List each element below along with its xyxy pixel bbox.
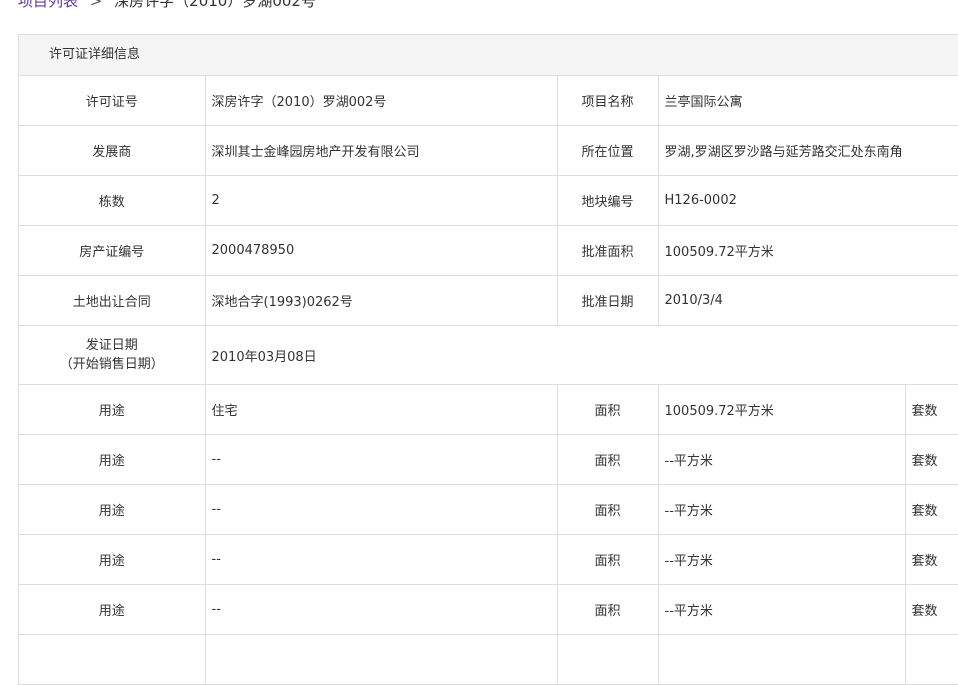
units-label: 套数 xyxy=(905,484,958,535)
land-contract-value: 深地合字(1993)0262号 xyxy=(205,275,558,326)
usage-label: 用途 xyxy=(19,484,206,535)
buildings-value: 2 xyxy=(205,175,558,226)
usage-value: -- xyxy=(205,584,558,635)
table-row: 栋数 2 地块编号 H126-0002 xyxy=(19,175,958,226)
table-row: 发展商 深圳其士金峰园房地产开发有限公司 所在位置 罗湖,罗湖区罗沙路与延芳路交… xyxy=(19,125,958,176)
usage-row: 用途 -- 面积 --平方米 套数 xyxy=(19,534,958,585)
area-value: --平方米 xyxy=(658,584,906,635)
breadcrumb-current: 深房许字（2010）罗湖002号 xyxy=(114,0,316,10)
land-contract-label: 土地出让合同 xyxy=(19,275,206,326)
developer-value: 深圳其士金峰园房地产开发有限公司 xyxy=(205,125,558,176)
buildings-label: 栋数 xyxy=(19,175,206,226)
units-label: 套数 xyxy=(905,434,958,485)
permit-detail-table: 许可证号 深房许字（2010）罗湖002号 项目名称 兰亭国际公寓 发展商 深圳… xyxy=(19,76,958,685)
empty-cell xyxy=(905,634,958,685)
permit-no-label: 许可证号 xyxy=(19,76,206,126)
empty-cell xyxy=(658,634,906,685)
table-row: 许可证号 深房许字（2010）罗湖002号 项目名称 兰亭国际公寓 xyxy=(19,76,958,126)
area-label: 面积 xyxy=(557,484,659,535)
empty-cell xyxy=(557,634,659,685)
units-label: 套数 xyxy=(905,384,958,435)
usage-label: 用途 xyxy=(19,534,206,585)
table-row: 房产证编号 2000478950 批准面积 100509.72平方米 xyxy=(19,225,958,276)
approved-date-label: 批准日期 xyxy=(557,275,659,326)
approved-date-value: 2010/3/4 xyxy=(658,275,958,326)
empty-cell xyxy=(205,634,558,685)
breadcrumb: 项目列表 > 深房许字（2010）罗湖002号 xyxy=(18,0,316,11)
usage-row: 用途 -- 面积 --平方米 套数 xyxy=(19,584,958,635)
issue-date-label-line2: （开始销售日期） xyxy=(59,357,164,372)
permit-no-value: 深房许字（2010）罗湖002号 xyxy=(205,76,558,126)
property-cert-value: 2000478950 xyxy=(205,225,558,276)
issue-date-value: 2010年03月08日 xyxy=(205,325,958,385)
developer-label: 发展商 xyxy=(19,125,206,176)
usage-row: 用途 住宅 面积 100509.72平方米 套数 xyxy=(19,384,958,435)
breadcrumb-link-project-list[interactable]: 项目列表 xyxy=(18,0,78,10)
location-value: 罗湖,罗湖区罗沙路与延芳路交汇处东南角 xyxy=(658,125,958,176)
approved-area-value: 100509.72平方米 xyxy=(658,225,958,276)
area-value: 100509.72平方米 xyxy=(658,384,906,435)
plot-no-label: 地块编号 xyxy=(557,175,659,226)
plot-no-value: H126-0002 xyxy=(658,175,958,226)
panel-title: 许可证详细信息 xyxy=(19,35,958,76)
area-value: --平方米 xyxy=(658,484,906,535)
issue-date-label-line1: 发证日期 xyxy=(85,338,138,353)
usage-label: 用途 xyxy=(19,384,206,435)
empty-cell xyxy=(19,634,206,685)
permit-detail-panel: 许可证详细信息 许可证号 深房许字（2010）罗湖002号 项目名称 兰亭国际公… xyxy=(18,34,958,685)
table-row: 土地出让合同 深地合字(1993)0262号 批准日期 2010/3/4 xyxy=(19,275,958,326)
issue-date-label: 发证日期 （开始销售日期） xyxy=(19,325,206,385)
usage-value: -- xyxy=(205,484,558,535)
area-label: 面积 xyxy=(557,434,659,485)
property-cert-label: 房产证编号 xyxy=(19,225,206,276)
usage-label: 用途 xyxy=(19,434,206,485)
table-row: 发证日期 （开始销售日期） 2010年03月08日 xyxy=(19,325,958,385)
area-value: --平方米 xyxy=(658,534,906,585)
project-name-label: 项目名称 xyxy=(557,76,659,126)
area-label: 面积 xyxy=(557,384,659,435)
usage-label: 用途 xyxy=(19,584,206,635)
usage-row: 用途 -- 面积 --平方米 套数 xyxy=(19,484,958,535)
approved-area-label: 批准面积 xyxy=(557,225,659,276)
area-value: --平方米 xyxy=(658,434,906,485)
units-label: 套数 xyxy=(905,534,958,585)
area-label: 面积 xyxy=(557,584,659,635)
usage-value: -- xyxy=(205,434,558,485)
project-name-value: 兰亭国际公寓 xyxy=(658,76,958,126)
location-label: 所在位置 xyxy=(557,125,659,176)
area-label: 面积 xyxy=(557,534,659,585)
units-label: 套数 xyxy=(905,584,958,635)
breadcrumb-separator: > xyxy=(89,0,103,10)
usage-row: 用途 -- 面积 --平方米 套数 xyxy=(19,434,958,485)
usage-value: 住宅 xyxy=(205,384,558,435)
table-row xyxy=(19,634,958,685)
usage-value: -- xyxy=(205,534,558,585)
